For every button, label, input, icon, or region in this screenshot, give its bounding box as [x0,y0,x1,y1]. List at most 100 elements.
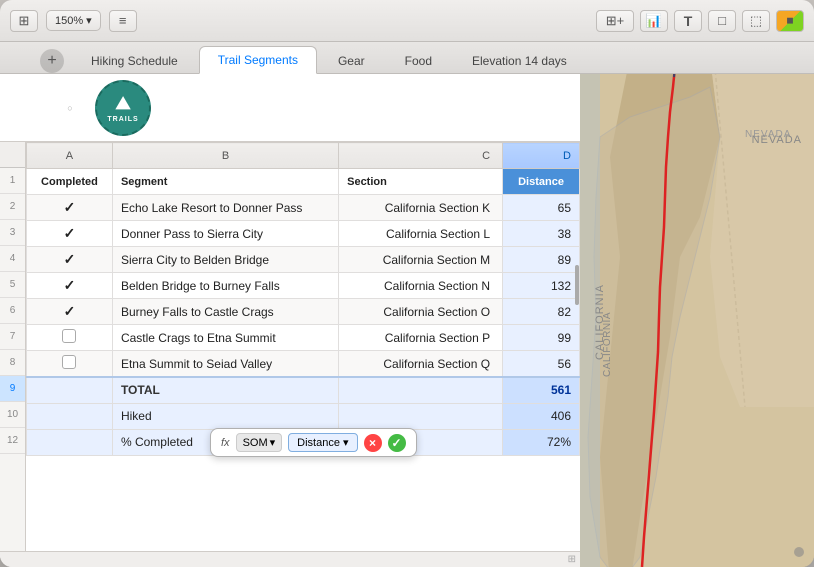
row-num-10: 10 [0,402,25,428]
row-num-8: 8 [0,350,25,376]
cell-completed-5[interactable]: ✓ [27,273,113,299]
row-num-5: 5 [0,272,25,298]
cell-section-4[interactable]: California Section M [339,247,503,273]
logo: ⛰ TRAILS [95,80,151,136]
formula-fx-label: fx [221,437,230,449]
cell-completed-6[interactable]: ✓ [27,299,113,325]
pct-col-a [27,429,113,455]
zoom-dropdown-icon: ▾ [86,14,92,27]
toolbar: ⊞ 150% ▾ ≡ ⊞+ 📊 T □ ⬚ ◼ [0,0,814,42]
formula-bar: fx SOM ▾ Distance ▾ × ✓ [210,428,417,457]
list-view-icon[interactable]: ≡ [109,10,137,32]
map-background: NEVADA CALIFORNIA NEVADA CALIFORNIA [580,74,814,567]
formula-confirm-button[interactable]: ✓ [388,434,406,452]
header-segment: Segment [112,169,338,195]
cell-section-7[interactable]: California Section P [339,325,503,351]
view-toggle-icon[interactable]: ⊞ [10,10,38,32]
table-row[interactable]: ✓ Belden Bridge to Burney Falls Californ… [27,273,580,299]
text-icon[interactable]: T [674,10,702,32]
cell-completed-3[interactable]: ✓ [27,221,113,247]
table-row[interactable]: ✓ Echo Lake Resort to Donner Pass Califo… [27,195,580,221]
cell-distance-7[interactable]: 99 [503,325,580,351]
tabs-bar: + Hiking Schedule Trail Segments Gear Fo… [0,42,814,74]
zoom-value: 150% [55,15,83,27]
hiked-row: Hiked 406 [27,403,580,429]
cell-section-6[interactable]: California Section O [339,299,503,325]
col-header-b[interactable]: B [112,143,338,169]
chart-icon[interactable]: 📊 [640,10,668,32]
table-row[interactable]: ✓ Burney Falls to Castle Crags Californi… [27,299,580,325]
tab-elevation[interactable]: Elevation 14 days [453,47,586,74]
cell-section-5[interactable]: California Section N [339,273,503,299]
cell-distance-5[interactable]: 132 [503,273,580,299]
hiked-col-a [27,403,113,429]
california-label: CALIFORNIA [594,284,606,360]
cell-distance-4[interactable]: 89 [503,247,580,273]
cell-completed-4[interactable]: ✓ [27,247,113,273]
cell-distance-3[interactable]: 38 [503,221,580,247]
map-area: NEVADA CALIFORNIA NEVADA CALIFORNIA [580,74,814,567]
row-num-12: 12 [0,428,25,454]
scroll-indicator[interactable] [575,265,579,305]
color-icon[interactable]: ◼ [776,10,804,32]
hiked-section [339,403,503,429]
row-num-3: 3 [0,220,25,246]
cell-section-8[interactable]: California Section Q [339,351,503,378]
formula-function-selector[interactable]: SOM ▾ [236,433,283,452]
tab-trail-segments[interactable]: Trail Segments [199,46,317,74]
toolbar-left: ⊞ 150% ▾ ≡ [10,10,137,32]
cell-segment-5[interactable]: Belden Bridge to Burney Falls [112,273,338,299]
hiked-label: Hiked [112,403,338,429]
formula-cancel-button[interactable]: × [364,434,382,452]
tab-hiking-schedule[interactable]: Hiking Schedule [72,47,197,74]
formula-field[interactable]: Distance ▾ [288,433,357,452]
add-table-icon[interactable]: ⊞+ [596,10,634,32]
formula-function-dropdown: ▾ [270,436,276,449]
cell-segment-2[interactable]: Echo Lake Resort to Donner Pass [112,195,338,221]
cell-distance-6[interactable]: 82 [503,299,580,325]
cell-completed-2[interactable]: ✓ [27,195,113,221]
cell-distance-8[interactable]: 56 [503,351,580,378]
formula-function-name: SOM [243,437,268,449]
total-distance: 561 [503,377,580,403]
row-indicator: ○ [65,103,75,113]
table-row[interactable]: Etna Summit to Seiad Valley California S… [27,351,580,378]
tab-food[interactable]: Food [386,47,451,74]
zoom-control[interactable]: 150% ▾ [46,10,101,31]
cell-segment-8[interactable]: Etna Summit to Seiad Valley [112,351,338,378]
image-icon[interactable]: ⬚ [742,10,770,32]
data-table: A B C D Completed Segment Section [26,142,580,456]
table-wrapper: A B C D Completed Segment Section [26,142,580,551]
col-header-a[interactable]: A [27,143,113,169]
cell-distance-2[interactable]: 65 [503,195,580,221]
row-num-header [0,142,25,168]
total-section-cell [339,377,503,403]
table-row[interactable]: ✓ Donner Pass to Sierra City California … [27,221,580,247]
tab-gear[interactable]: Gear [319,47,384,74]
shape-icon[interactable]: □ [708,10,736,32]
row-num-1: 1 [0,168,25,194]
cell-section-2[interactable]: California Section K [339,195,503,221]
cell-completed-7[interactable] [27,325,113,351]
spreadsheet-footer: ⊞ [0,551,580,567]
hiked-distance: 406 [503,403,580,429]
table-row[interactable]: Castle Crags to Etna Summit California S… [27,325,580,351]
total-label: TOTAL [112,377,338,403]
row-num-2: 2 [0,194,25,220]
col-header-c[interactable]: C [339,143,503,169]
column-headers-row: A B C D [27,143,580,169]
cell-segment-4[interactable]: Sierra City to Belden Bridge [112,247,338,273]
row-num-9: 9 [0,376,25,402]
resize-icon [792,545,806,559]
resize-handle[interactable]: ⊞ [568,554,576,565]
cell-segment-3[interactable]: Donner Pass to Sierra City [112,221,338,247]
table-row[interactable]: ✓ Sierra City to Belden Bridge Californi… [27,247,580,273]
cell-segment-6[interactable]: Burney Falls to Castle Crags [112,299,338,325]
add-sheet-button[interactable]: + [40,49,64,73]
map-resize-handle[interactable] [792,545,806,559]
cell-section-3[interactable]: California Section L [339,221,503,247]
cell-completed-8[interactable] [27,351,113,378]
row-num-4: 4 [0,246,25,272]
cell-segment-7[interactable]: Castle Crags to Etna Summit [112,325,338,351]
col-header-d[interactable]: D [503,143,580,169]
